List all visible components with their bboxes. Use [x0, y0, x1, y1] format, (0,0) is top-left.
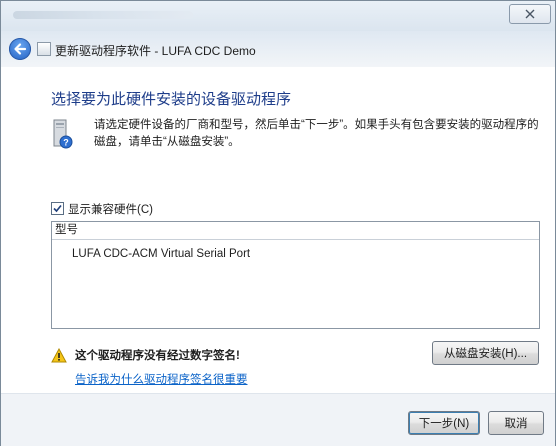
model-listbox[interactable]: 型号 LUFA CDC-ACM Virtual Serial Port: [51, 221, 540, 329]
wizard-content: 选择要为此硬件安装的设备驱动程序 ? 请选定硬件设备的厂商和型号，然后单击“下一…: [1, 67, 555, 393]
wizard-icon: [37, 42, 51, 56]
close-button[interactable]: [509, 4, 551, 24]
back-arrow-icon: [14, 43, 27, 55]
wizard-title: 更新驱动程序软件 - LUFA CDC Demo: [55, 44, 256, 58]
wizard-footer: 下一步(N) 取消: [1, 393, 555, 446]
unsigned-driver-warning: 这个驱动程序没有经过数字签名!: [75, 350, 240, 362]
show-compatible-hardware-checkbox[interactable]: [51, 202, 64, 215]
title-bar-background: [13, 11, 193, 19]
wizard-window: 更新驱动程序软件 - LUFA CDC Demo 选择要为此硬件安装的设备驱动程…: [0, 0, 556, 446]
page-heading: 选择要为此硬件安装的设备驱动程序: [51, 91, 292, 108]
warning-icon: [51, 348, 67, 363]
svg-text:?: ?: [63, 138, 69, 148]
checkmark-icon: [53, 204, 62, 213]
driver-signing-help-link[interactable]: 告诉我为什么驱动程序签名很重要: [75, 371, 248, 387]
model-list-item[interactable]: LUFA CDC-ACM Virtual Serial Port: [72, 248, 250, 260]
next-button[interactable]: 下一步(N): [408, 411, 480, 435]
show-compatible-hardware-row: 显示兼容硬件(C): [51, 201, 153, 216]
model-column-header[interactable]: 型号: [52, 222, 539, 240]
title-bar: [1, 1, 555, 31]
navigation-bar: 更新驱动程序软件 - LUFA CDC Demo: [1, 31, 555, 67]
close-icon: [525, 9, 535, 19]
hardware-computer-icon: ?: [53, 119, 73, 149]
have-disk-button[interactable]: 从磁盘安装(H)...: [432, 341, 539, 365]
show-compatible-hardware-label[interactable]: 显示兼容硬件(C): [68, 204, 153, 216]
cancel-button[interactable]: 取消: [488, 411, 544, 435]
back-button[interactable]: [9, 38, 31, 60]
instruction-text: 请选定硬件设备的厂商和型号，然后单击“下一步”。如果手头有包含要安装的驱动程序的…: [94, 119, 539, 148]
